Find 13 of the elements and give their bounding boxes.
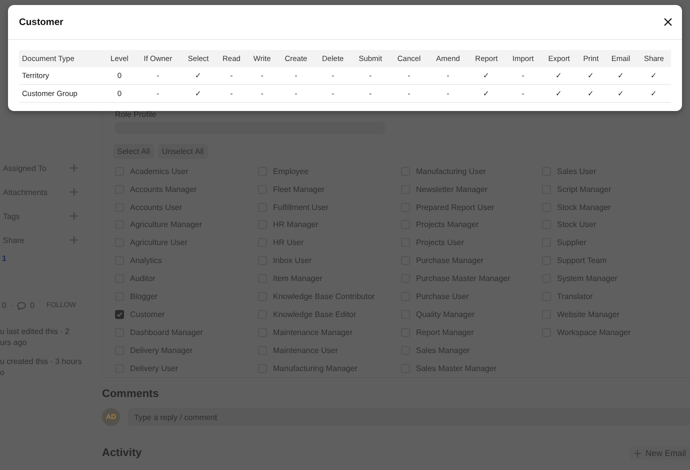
add-icon[interactable] xyxy=(70,212,78,220)
add-icon[interactable] xyxy=(70,236,78,244)
close-icon[interactable] xyxy=(664,18,672,26)
add-icon[interactable] xyxy=(70,188,78,196)
plus-icon xyxy=(634,450,642,456)
add-icon[interactable] xyxy=(70,164,78,172)
separator: · xyxy=(10,301,14,310)
comment-icon xyxy=(17,302,26,310)
sidebar-link[interactable]: 1 xyxy=(0,252,92,263)
activity-heading: Activity xyxy=(102,447,142,459)
checkbox[interactable] xyxy=(115,310,124,319)
dialog-title: Customer xyxy=(19,16,64,28)
comments-heading: Comments xyxy=(102,388,160,400)
